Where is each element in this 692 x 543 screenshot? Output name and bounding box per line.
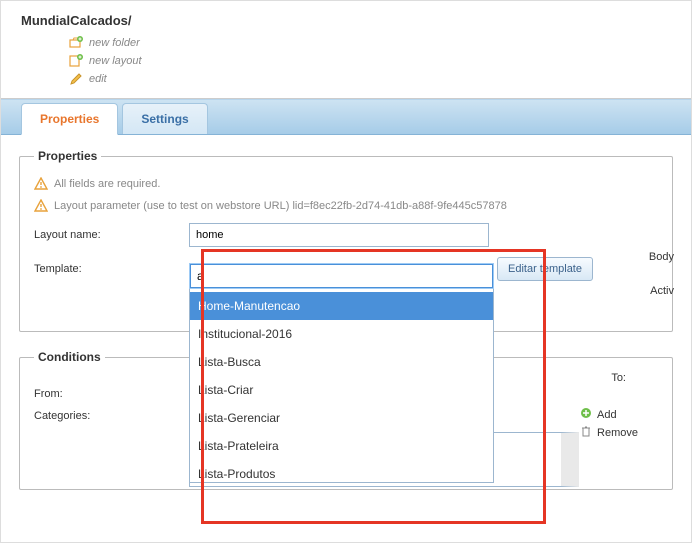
new-folder-icon [69, 36, 83, 50]
from-label: From: [34, 388, 189, 400]
add-icon [580, 407, 592, 422]
breadcrumb: MundialCalcados/ [21, 13, 671, 28]
layout-name-label: Layout name: [34, 229, 189, 241]
template-option[interactable]: Lista-Prateleira [190, 432, 493, 460]
template-option[interactable]: Lista-Busca [190, 348, 493, 376]
edit-label: edit [89, 73, 107, 85]
template-label: Template: [34, 263, 189, 275]
new-layout-action[interactable]: new layout [69, 54, 671, 68]
body-class-label: Body [649, 251, 674, 263]
template-option[interactable]: Institucional-2016 [190, 320, 493, 348]
categories-label: Categories: [34, 410, 189, 422]
warning-icon [34, 199, 48, 213]
new-layout-label: new layout [89, 55, 142, 67]
template-option[interactable]: Lista-Gerenciar [190, 404, 493, 432]
active-label: Activ [650, 285, 674, 297]
new-folder-label: new folder [89, 37, 140, 49]
tab-properties[interactable]: Properties [21, 103, 118, 135]
add-button[interactable]: Add [580, 407, 638, 422]
properties-legend: Properties [34, 149, 101, 163]
required-text: All fields are required. [54, 178, 160, 190]
lid-warning: Layout parameter (use to test on webstor… [34, 199, 658, 213]
to-label: To: [611, 372, 626, 384]
template-dropdown[interactable]: Home-Manutencao Institucional-2016 Lista… [189, 263, 494, 483]
tab-settings[interactable]: Settings [122, 103, 207, 134]
template-options-list[interactable]: Home-Manutencao Institucional-2016 Lista… [190, 292, 493, 482]
required-warning: All fields are required. [34, 177, 658, 191]
new-folder-action[interactable]: new folder [69, 36, 671, 50]
template-option[interactable]: Lista-Produtos [190, 460, 493, 482]
pencil-icon [69, 72, 83, 86]
remove-button[interactable]: Remove [580, 425, 638, 440]
lid-text: Layout parameter (use to test on webstor… [54, 200, 507, 212]
layout-name-input[interactable] [189, 223, 489, 247]
warning-icon [34, 177, 48, 191]
template-search-input[interactable] [190, 264, 493, 288]
template-option[interactable]: Home-Manutencao [190, 292, 493, 320]
edit-action[interactable]: edit [69, 72, 671, 86]
new-layout-icon [69, 54, 83, 68]
trash-icon [580, 425, 592, 440]
edit-template-button[interactable]: Editar template [497, 257, 593, 281]
template-option[interactable]: Lista-Criar [190, 376, 493, 404]
top-header: MundialCalcados/ new folder new layout e… [1, 1, 691, 99]
conditions-legend: Conditions [34, 350, 105, 364]
remove-label: Remove [597, 427, 638, 439]
tab-bar: Properties Settings [1, 99, 691, 135]
add-label: Add [597, 409, 617, 421]
